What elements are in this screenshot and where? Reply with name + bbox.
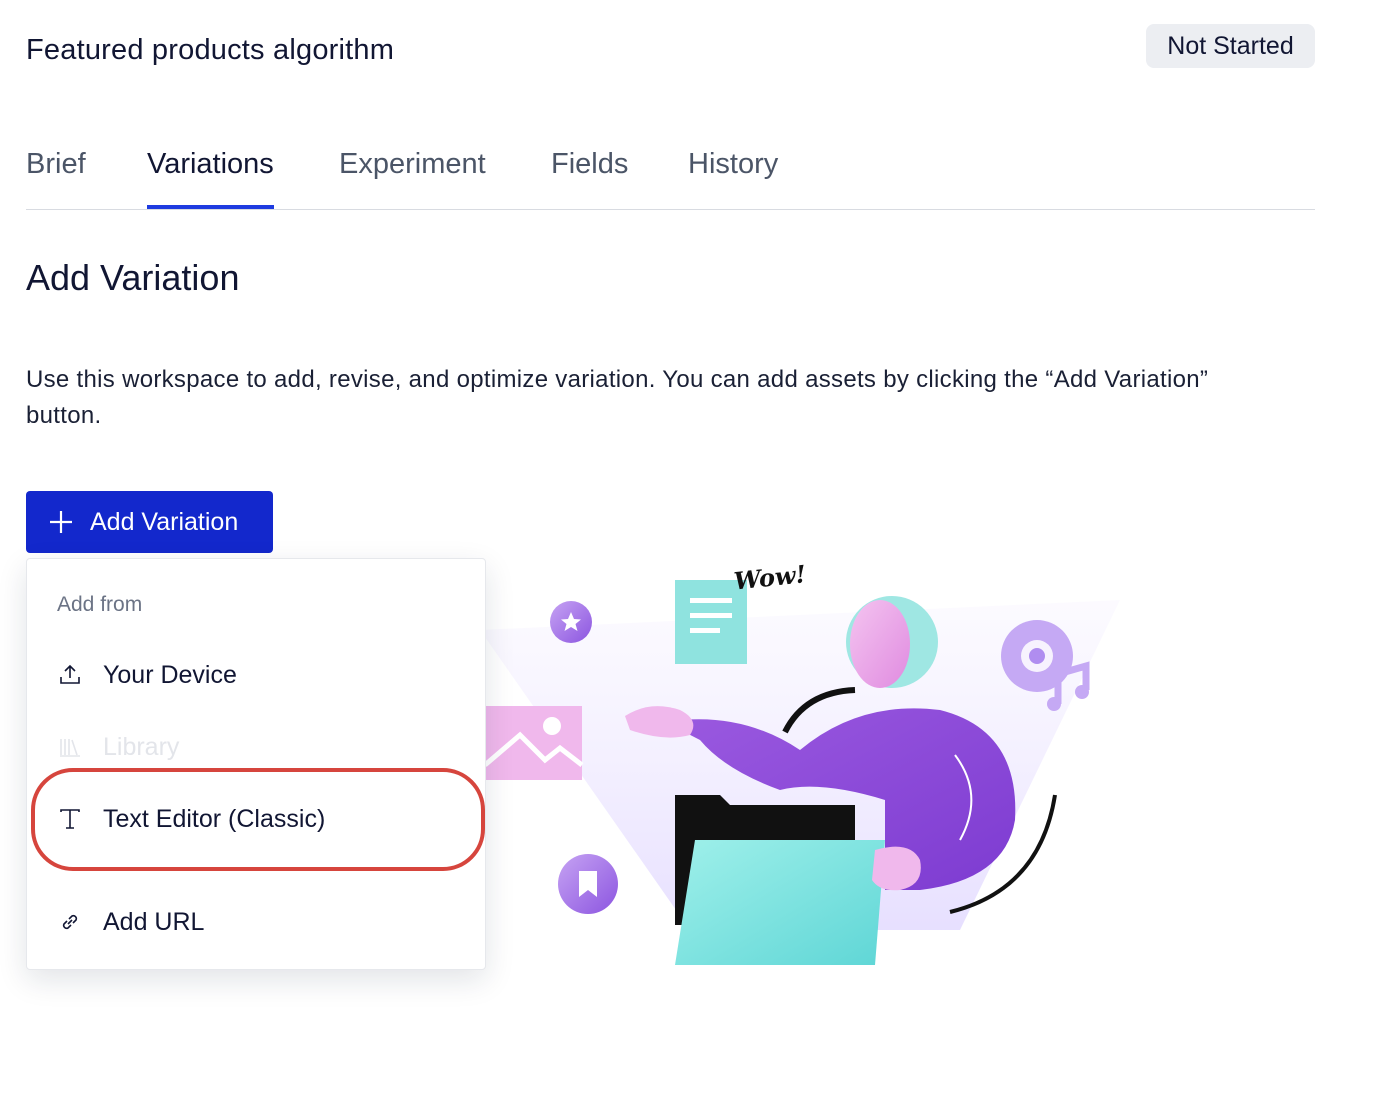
menu-item-label: Library: [103, 732, 180, 761]
star-badge: [550, 601, 592, 643]
add-from-dropdown: Add from Your Device Library Text Editor…: [26, 558, 486, 970]
tab-bar: Brief Variations Experiment Fields Histo…: [26, 140, 1315, 210]
tab-fields[interactable]: Fields: [551, 148, 628, 209]
menu-item-label: Text Editor (Classic): [103, 804, 326, 833]
description-text: Use this workspace to add, revise, and o…: [26, 366, 1209, 429]
bookmark-badge: [558, 854, 618, 914]
page-title: Featured products algorithm: [26, 34, 395, 66]
tab-experiment[interactable]: Experiment: [339, 148, 486, 209]
link-icon: [57, 909, 83, 935]
dropdown-header: Add from: [57, 593, 143, 616]
add-variation-button[interactable]: Add Variation: [26, 491, 273, 553]
menu-item-label: Your Device: [103, 660, 237, 689]
menu-item-library: Library: [27, 719, 485, 775]
pink-disc: [846, 596, 938, 688]
plus-icon: [50, 511, 72, 533]
section-title: Add Variation: [26, 257, 240, 298]
empty-state-illustration: Wow!: [440, 559, 1120, 965]
status-badge: Not Started: [1146, 24, 1315, 68]
wow-text: Wow!: [733, 559, 808, 595]
add-variation-label: Add Variation: [90, 507, 239, 536]
page: Featured products algorithm Not Started …: [0, 0, 1374, 1108]
text-icon: [57, 806, 83, 832]
menu-item-text-editor-classic[interactable]: Text Editor (Classic): [27, 791, 485, 847]
upload-icon: [57, 662, 83, 688]
library-icon: [57, 734, 83, 760]
tab-variations[interactable]: Variations: [147, 148, 274, 209]
tab-brief[interactable]: Brief: [26, 148, 86, 209]
menu-item-label: Add URL: [103, 907, 205, 936]
menu-item-your-device[interactable]: Your Device: [27, 647, 485, 703]
tab-history[interactable]: History: [688, 148, 778, 209]
menu-item-add-url[interactable]: Add URL: [27, 894, 485, 950]
